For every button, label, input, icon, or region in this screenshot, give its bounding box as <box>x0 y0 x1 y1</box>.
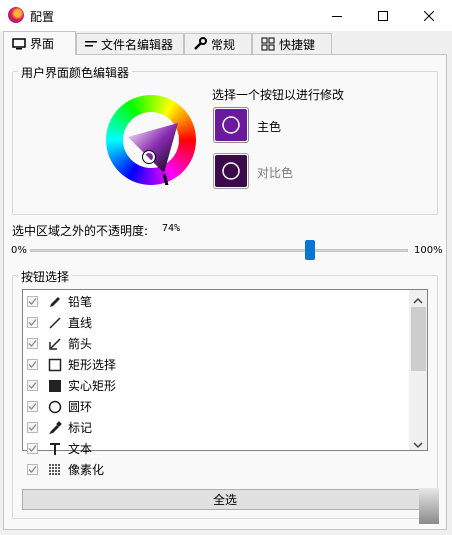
list-item[interactable]: 矩形选择 <box>23 354 408 375</box>
opacity-label: 选中区域之外的不透明度: <box>12 224 149 238</box>
text-icon <box>47 442 63 456</box>
opacity-value: 74% <box>162 223 181 234</box>
pixelate-icon <box>47 463 63 477</box>
list-item[interactable]: 箭头 <box>23 333 408 354</box>
text-edit-icon <box>85 39 97 49</box>
monitor-icon <box>12 37 26 50</box>
list-item[interactable]: 铅笔 <box>23 291 408 312</box>
checkbox[interactable] <box>27 443 38 454</box>
tab-label: 常规 <box>211 37 236 52</box>
list-item-label: 箭头 <box>68 337 93 351</box>
color-editor-title: 用户界面颜色编辑器 <box>18 64 133 81</box>
select-all-button[interactable]: 全选 <box>22 489 428 510</box>
list-item[interactable]: 实心矩形 <box>23 375 408 396</box>
contrast-color-button[interactable] <box>213 153 249 189</box>
filled-rectangle-icon <box>47 379 63 393</box>
list-item[interactable]: 文本 <box>23 438 408 459</box>
checkbox[interactable] <box>27 401 38 412</box>
list-item-label: 标记 <box>68 421 93 435</box>
tab-interface[interactable]: 界面 <box>3 31 76 55</box>
scroll-up-icon[interactable] <box>412 294 424 308</box>
opacity-slider-track[interactable] <box>30 249 408 252</box>
maximize-icon <box>378 10 388 21</box>
tab-shortcuts[interactable]: 快捷键 <box>252 33 332 54</box>
list-item-label: 实心矩形 <box>68 379 117 393</box>
circle-icon <box>215 109 247 141</box>
color-wheel[interactable] <box>106 95 196 185</box>
primary-color-label: 主色 <box>257 120 282 134</box>
tab-general[interactable]: 常规 <box>184 33 252 54</box>
window-title: 配置 <box>30 10 55 24</box>
slider-min-label: 0% <box>11 245 27 256</box>
checkbox[interactable] <box>27 317 38 328</box>
close-icon <box>424 10 434 21</box>
circle-icon <box>215 155 247 187</box>
list-item-label: 直线 <box>68 316 93 330</box>
list-item[interactable]: 像素化 <box>23 459 408 480</box>
checkbox[interactable] <box>27 338 38 349</box>
list-item[interactable]: 标记 <box>23 417 408 438</box>
list-item-label: 像素化 <box>68 463 105 477</box>
tab-label: 界面 <box>30 37 55 51</box>
color-instruction: 选择一个按钮以进行修改 <box>212 88 345 102</box>
checkbox[interactable] <box>27 359 38 370</box>
maximize-button[interactable] <box>360 0 406 31</box>
rectangle-select-icon <box>47 358 63 372</box>
grid-icon <box>261 37 275 51</box>
list-item[interactable]: 圆环 <box>23 396 408 417</box>
list-item-label: 文本 <box>68 442 93 456</box>
primary-color-button[interactable] <box>213 107 249 143</box>
pencil-icon <box>47 295 63 309</box>
minimize-icon <box>332 15 342 17</box>
contrast-color-label: 对比色 <box>257 166 294 180</box>
circle-icon <box>47 400 63 414</box>
checkbox[interactable] <box>27 422 38 433</box>
tab-label: 快捷键 <box>279 37 316 52</box>
resize-grip[interactable] <box>419 488 439 524</box>
minimize-button[interactable] <box>314 0 360 31</box>
checkbox[interactable] <box>27 380 38 391</box>
scrollbar-thumb[interactable] <box>411 307 426 371</box>
tab-label: 文件名编辑器 <box>101 37 174 52</box>
button-selection-title: 按钮选择 <box>18 268 73 285</box>
close-button[interactable] <box>406 0 452 31</box>
tab-filename-editor[interactable]: 文件名编辑器 <box>76 33 184 54</box>
slider-max-label: 100% <box>414 245 443 256</box>
list-item-label: 铅笔 <box>68 295 93 309</box>
marker-icon <box>47 420 63 435</box>
checkbox[interactable] <box>27 464 38 475</box>
list-item-label: 矩形选择 <box>68 358 117 372</box>
arrow-icon <box>47 337 63 351</box>
list-item-label: 圆环 <box>68 400 93 414</box>
opacity-slider-thumb[interactable] <box>304 240 315 260</box>
select-all-label: 全选 <box>212 493 237 507</box>
wrench-icon <box>193 37 207 51</box>
line-icon <box>47 316 63 330</box>
color-triangle[interactable] <box>106 95 196 185</box>
scroll-down-icon[interactable] <box>412 438 424 452</box>
app-logo-icon <box>8 7 24 23</box>
list-item[interactable]: 直线 <box>23 312 408 333</box>
checkbox[interactable] <box>27 296 38 307</box>
